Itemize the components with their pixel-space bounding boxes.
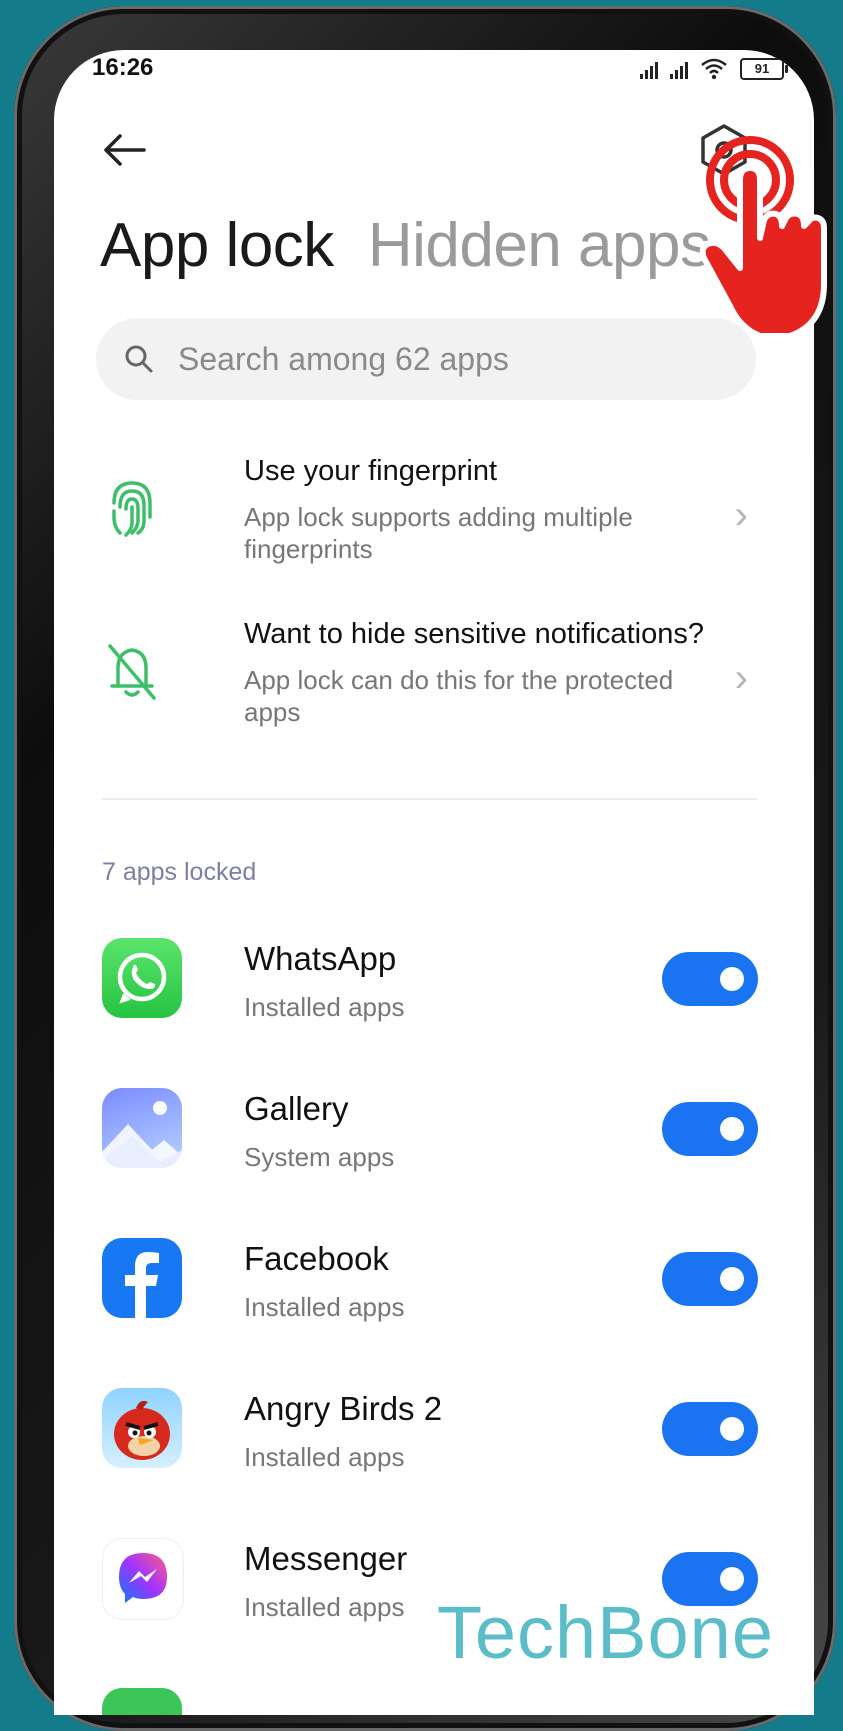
status-icons: 91 [640,58,788,80]
app-name: Angry Birds 2 [244,1390,443,1427]
search-placeholder: Search among 62 apps [178,340,509,377]
tab-hidden-apps[interactable]: Hidden apps [368,210,711,281]
feature-title: Want to hide sensitive notifications? [244,618,704,650]
app-name: WhatsApp [244,940,397,977]
app-name: Facebook [244,1240,389,1277]
chevron-right-icon: › [734,656,748,700]
tab-app-lock[interactable]: App lock [100,210,334,281]
hide-notifications-option[interactable]: Want to hide sensitive notifications? Ap… [94,618,754,738]
fingerprint-option[interactable]: Use your fingerprint App lock supports a… [94,455,754,575]
divider [102,798,757,800]
feature-subtitle: App lock supports adding multiple finger… [244,502,633,564]
lock-toggle[interactable] [662,1402,758,1456]
feature-title: Use your fingerprint [244,455,498,487]
fingerprint-icon [112,481,152,537]
back-button[interactable] [94,120,154,180]
app-row-facebook[interactable]: Facebook Installed apps [94,1238,764,1348]
lock-toggle[interactable] [662,952,758,1006]
facebook-icon [102,1238,182,1318]
app-category: Installed apps [244,1592,405,1622]
watermark-text: TechBone [436,1591,774,1674]
app-name: Messenger [244,1540,408,1577]
app-icon [102,1688,182,1715]
search-icon [125,345,153,373]
app-category: System apps [244,1142,395,1172]
app-name: Gallery [244,1090,349,1127]
battery-icon: 91 [740,58,788,80]
signal-icon [670,59,688,79]
app-category: Installed apps [244,1292,405,1322]
lock-toggle[interactable] [662,1102,758,1156]
angry-birds-icon [102,1388,182,1468]
app-row-partial [94,1688,764,1715]
wifi-icon [701,58,727,80]
app-category: Installed apps [244,1442,405,1472]
chevron-right-icon: › [734,493,748,537]
lock-toggle[interactable] [662,1252,758,1306]
app-category: Installed apps [244,992,405,1022]
tap-hand-icon [699,136,827,339]
app-row-whatsapp[interactable]: WhatsApp Installed apps [94,938,764,1048]
whatsapp-icon [102,938,182,1018]
messenger-icon [102,1538,184,1620]
search-input[interactable]: Search among 62 apps [96,318,756,400]
signal-icon [640,59,658,79]
tab-bar: App lock Hidden apps [100,210,711,281]
feature-subtitle: App lock can do this for the protected a… [244,665,674,727]
status-bar: 16:26 91 [54,50,814,110]
bell-off-icon [108,644,156,700]
back-arrow-icon [104,134,146,166]
gallery-icon [102,1088,182,1168]
app-row-gallery[interactable]: Gallery System apps [94,1088,764,1198]
locked-count-label: 7 apps locked [102,858,257,886]
status-time: 16:26 [92,54,154,81]
app-row-angry-birds[interactable]: Angry Birds 2 Installed apps [94,1388,764,1498]
